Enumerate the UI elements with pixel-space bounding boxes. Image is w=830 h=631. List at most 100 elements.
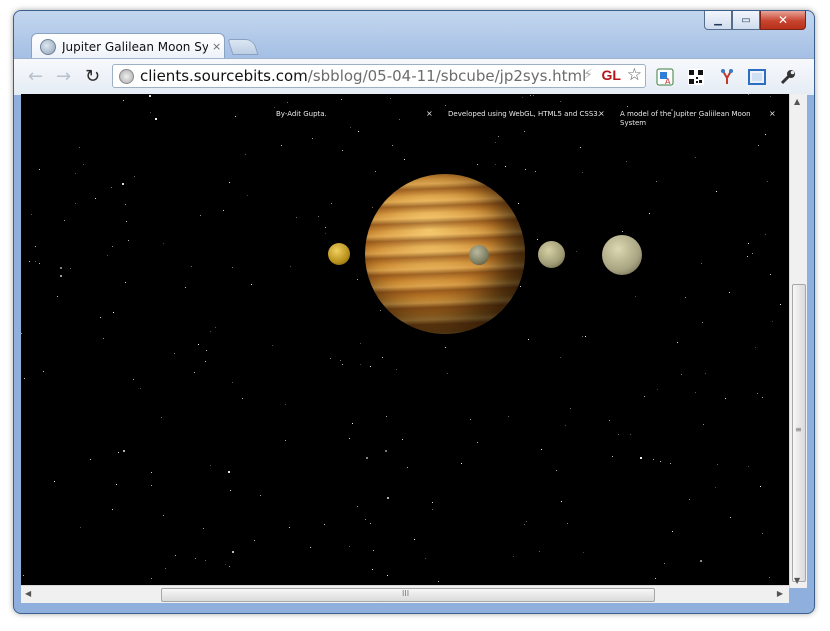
- star-dot: [310, 547, 311, 548]
- star-dot: [657, 389, 658, 390]
- grip-icon: ≡: [795, 425, 802, 434]
- star-dot: [70, 268, 71, 269]
- star-dot: [767, 181, 768, 182]
- star-dot: [461, 463, 462, 464]
- star-dot: [373, 550, 374, 551]
- star-dot: [330, 358, 331, 359]
- webgl-canvas[interactable]: By-Adit Gupta. × Developed using WebGL, …: [21, 94, 789, 588]
- star-dot: [122, 183, 124, 185]
- star-dot: [342, 364, 343, 365]
- star-dot: [522, 97, 523, 98]
- horizontal-scrollbar[interactable]: ◀ III ▶: [21, 585, 789, 603]
- forward-button[interactable]: →: [56, 66, 71, 87]
- star-dot: [385, 450, 387, 452]
- star-dot: [200, 215, 201, 216]
- new-tab-button[interactable]: [227, 39, 259, 55]
- fullscreen-icon[interactable]: [747, 68, 767, 86]
- address-bar[interactable]: clients.sourcebits.com/sbblog/05-04-11/s…: [112, 64, 646, 88]
- scroll-up-icon[interactable]: ▲: [794, 97, 800, 106]
- star-dot: [537, 239, 538, 240]
- star-dot: [245, 154, 246, 155]
- star-dot: [758, 145, 759, 146]
- tab-close-icon[interactable]: ×: [212, 40, 221, 53]
- star-dot: [477, 164, 478, 165]
- star-dot: [702, 322, 703, 323]
- tech-caption-close-icon[interactable]: ×: [598, 109, 605, 118]
- model-caption-close-icon[interactable]: ×: [769, 109, 776, 118]
- star-dot: [341, 99, 342, 100]
- fork-icon[interactable]: [717, 68, 737, 86]
- star-dot: [95, 198, 96, 199]
- star-dot: [75, 173, 76, 174]
- star-dot: [729, 292, 730, 293]
- close-button[interactable]: ✕: [760, 11, 806, 30]
- star-dot: [287, 102, 288, 103]
- url-text[interactable]: clients.sourcebits.com/sbblog/05-04-11/s…: [140, 67, 586, 85]
- minimize-button[interactable]: ▁: [704, 11, 732, 30]
- star-dot: [360, 343, 361, 344]
- webgl-indicator[interactable]: GL: [602, 67, 621, 83]
- star-dot: [556, 470, 557, 471]
- star-dot: [151, 485, 152, 486]
- translate-icon[interactable]: A: [655, 68, 675, 86]
- scroll-left-icon[interactable]: ◀: [25, 589, 31, 598]
- maximize-button[interactable]: ▭: [732, 11, 760, 30]
- star-dot: [274, 107, 275, 108]
- star-dot: [765, 134, 766, 135]
- bolt-icon[interactable]: ⚡: [583, 67, 593, 83]
- star-dot: [700, 560, 702, 562]
- star-dot: [232, 267, 233, 268]
- star-dot: [151, 472, 152, 473]
- star-dot: [685, 297, 686, 298]
- star-dot: [357, 279, 358, 280]
- star-dot: [528, 339, 529, 340]
- star-dot: [118, 452, 119, 453]
- star-dot: [524, 131, 525, 132]
- scroll-right-icon[interactable]: ▶: [777, 589, 783, 598]
- star-dot: [235, 116, 236, 117]
- star-dot: [21, 333, 22, 334]
- ganymede-moon: [538, 241, 565, 268]
- star-dot: [612, 456, 613, 457]
- star-dot: [582, 336, 583, 337]
- qr-code-icon[interactable]: [686, 68, 706, 86]
- vertical-scroll-thumb[interactable]: ≡: [792, 284, 806, 582]
- io-moon: [328, 243, 350, 265]
- star-dot: [112, 246, 113, 247]
- star-dot: [404, 159, 405, 160]
- star-dot: [372, 207, 373, 208]
- star-dot: [165, 568, 166, 569]
- star-dot: [407, 467, 408, 468]
- star-dot: [229, 566, 230, 567]
- star-dot: [210, 331, 211, 332]
- star-dot: [425, 558, 426, 559]
- jupiter-planet: [365, 174, 525, 334]
- star-dot: [622, 231, 623, 232]
- star-dot: [755, 347, 756, 348]
- star-dot: [447, 373, 448, 374]
- bookmark-star-icon[interactable]: ☆: [627, 65, 642, 85]
- star-dot: [560, 357, 561, 358]
- star-dot: [780, 304, 781, 305]
- star-dot: [175, 555, 176, 556]
- scroll-down-icon[interactable]: ▼: [794, 576, 800, 585]
- author-caption-close-icon[interactable]: ×: [426, 109, 433, 118]
- star-dot: [155, 118, 157, 120]
- wrench-icon[interactable]: [778, 68, 798, 86]
- star-dot: [331, 203, 332, 204]
- star-dot: [649, 213, 650, 214]
- star-dot: [470, 419, 471, 420]
- star-dot: [39, 263, 40, 264]
- star-dot: [438, 581, 439, 582]
- star-dot: [672, 531, 673, 532]
- star-dot: [318, 216, 319, 217]
- star-dot: [125, 282, 126, 283]
- star-dot: [205, 361, 206, 362]
- tab-active[interactable]: Jupiter Galilean Moon Syste ×: [31, 33, 225, 59]
- vertical-scrollbar[interactable]: ▲ ≡ ▼: [789, 94, 807, 588]
- back-button[interactable]: ←: [28, 66, 43, 87]
- star-dot: [232, 551, 234, 553]
- horizontal-scroll-thumb[interactable]: III: [161, 588, 655, 602]
- star-dot: [126, 221, 127, 222]
- reload-button[interactable]: ↻: [85, 66, 100, 87]
